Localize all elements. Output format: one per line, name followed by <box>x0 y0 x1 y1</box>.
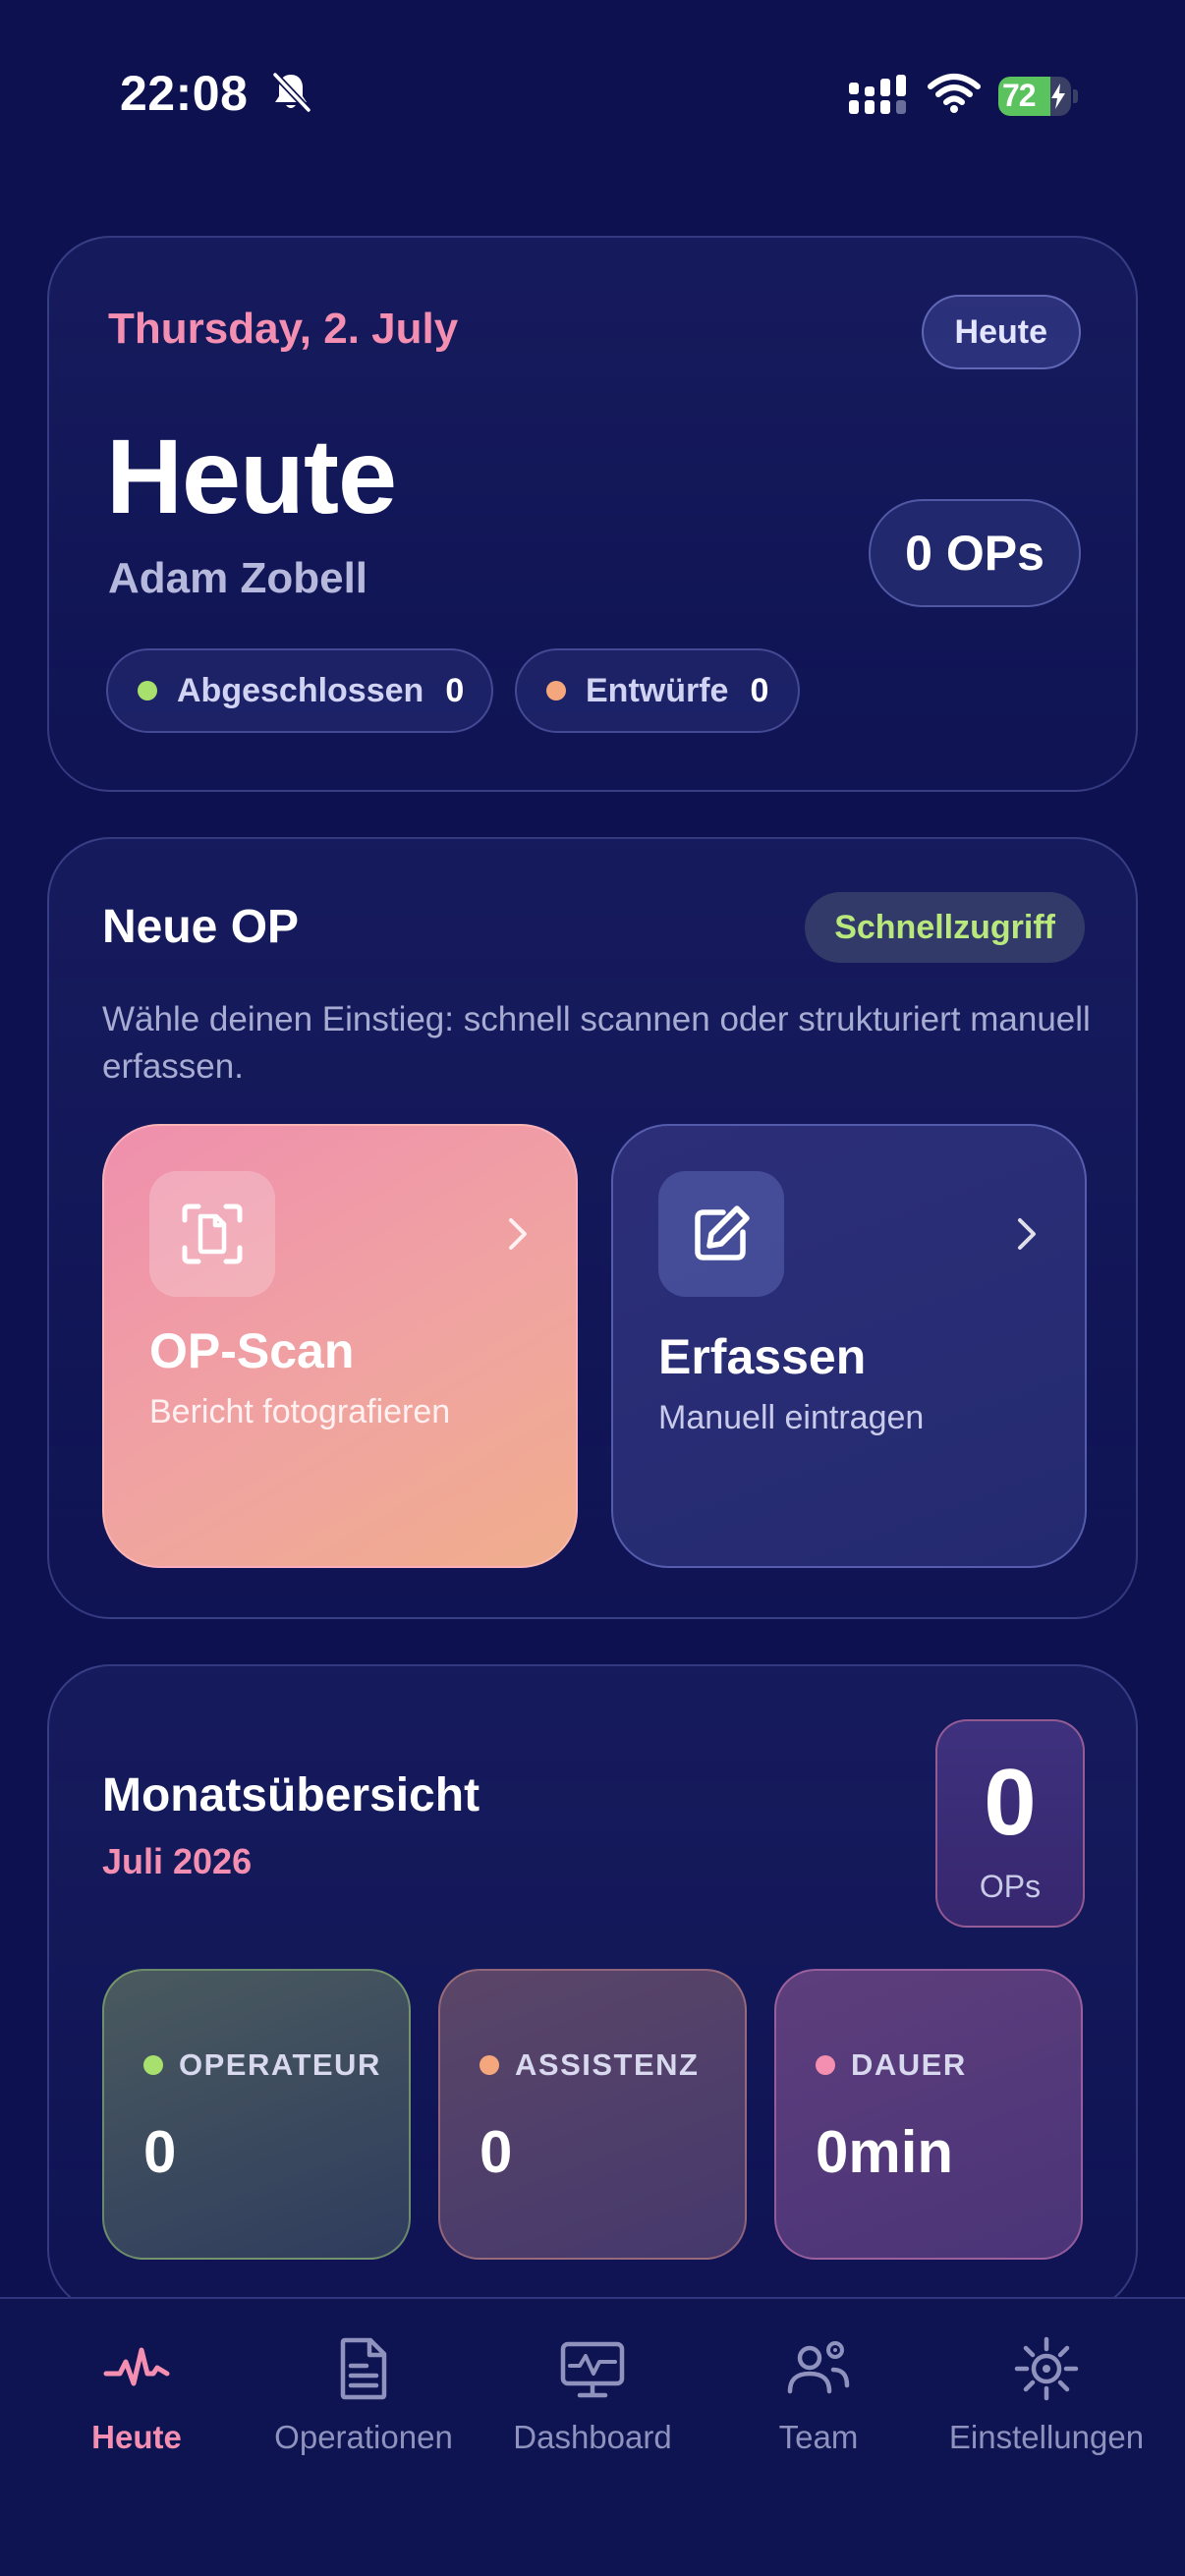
metric-dauer[interactable]: DAUER 0min <box>774 1969 1083 2260</box>
status-time: 22:08 <box>120 66 249 121</box>
team-icon <box>787 2341 850 2394</box>
quick-access-chip: Schnellzugriff <box>805 892 1085 963</box>
wifi-icon <box>928 74 981 113</box>
status-bar: 22:08 72 <box>0 0 1185 196</box>
month-overview-card: Monatsübersicht Juli 2026 0 OPs OPERATEU… <box>47 1664 1138 2313</box>
month-label: Juli 2026 <box>102 1841 253 1881</box>
metric-value: 0 <box>143 2119 177 2185</box>
monitor-icon <box>560 2341 625 2398</box>
drafts-count: 0 <box>750 671 769 709</box>
orange-dot-icon <box>546 681 566 700</box>
tab-operationen[interactable]: Operationen <box>251 2299 477 2495</box>
month-ops-label: OPs <box>979 1869 1042 1904</box>
metric-label: OPERATEUR <box>179 2047 381 2082</box>
today-chip[interactable]: Heute <box>921 295 1081 369</box>
completed-label: Abgeschlossen <box>177 671 424 709</box>
tab-label: Operationen <box>274 2419 453 2455</box>
green-dot-icon <box>138 681 157 700</box>
pink-dot-icon <box>816 2055 835 2075</box>
tab-team[interactable]: Team <box>705 2299 931 2495</box>
settings-icon <box>1014 2336 1079 2401</box>
charging-bolt-icon <box>1051 84 1065 109</box>
orange-dot-icon <box>480 2055 499 2075</box>
page-title: Heute <box>106 417 397 535</box>
battery-percent: 72 <box>1002 78 1037 113</box>
green-dot-icon <box>143 2055 163 2075</box>
metric-operateur[interactable]: OPERATEUR 0 <box>102 1969 411 2260</box>
op-scan-subtitle: Bericht fotografieren <box>149 1393 451 1430</box>
metric-label: ASSISTENZ <box>515 2047 700 2082</box>
tab-dashboard[interactable]: Dashboard <box>480 2299 705 2495</box>
new-op-description: Wähle deinen Einstieg: schnell scannen o… <box>102 1000 1091 1086</box>
battery-indicator: 72 <box>998 77 1078 116</box>
month-ops-number: 0 <box>984 1750 1037 1855</box>
new-op-card: Neue OP Schnellzugriff Wähle deinen Eins… <box>47 837 1138 1619</box>
metric-assistenz[interactable]: ASSISTENZ 0 <box>438 1969 747 2260</box>
drafts-label: Entwürfe <box>586 671 729 709</box>
month-overview-title: Monatsübersicht <box>102 1769 480 1821</box>
tab-label: Heute <box>91 2419 182 2455</box>
ops-count-pill[interactable]: 0 OPs <box>869 499 1081 607</box>
month-ops-count[interactable]: 0 OPs <box>935 1719 1085 1928</box>
document-icon <box>340 2337 387 2400</box>
date-label: Thursday, 2. July <box>108 305 459 353</box>
tab-bar: Heute Operationen Dashboard Team Einstel… <box>0 2297 1185 2576</box>
user-name: Adam Zobell <box>108 554 368 602</box>
manual-entry-subtitle: Manuell eintragen <box>658 1399 925 1436</box>
tab-heute[interactable]: Heute <box>24 2299 250 2495</box>
op-scan-button[interactable]: OP-Scan Bericht fotografieren <box>102 1124 578 1568</box>
signal-icon <box>849 75 906 114</box>
chevron-right-icon <box>1018 1218 1036 1250</box>
metric-value: 0 <box>480 2119 513 2185</box>
metric-value: 0min <box>816 2119 954 2185</box>
completed-count: 0 <box>445 671 465 709</box>
document-scan-icon <box>149 1171 275 1297</box>
today-card: Thursday, 2. July Heute Heute Adam Zobel… <box>47 236 1138 792</box>
chevron-right-icon <box>509 1218 527 1250</box>
completed-chip[interactable]: Abgeschlossen 0 <box>106 648 493 733</box>
tab-einstellungen[interactable]: Einstellungen <box>933 2299 1159 2495</box>
new-op-title: Neue OP <box>102 901 300 953</box>
tab-label: Einstellungen <box>948 2419 1145 2455</box>
manual-entry-button[interactable]: Erfassen Manuell eintragen <box>611 1124 1087 1568</box>
tab-label: Dashboard <box>513 2419 672 2455</box>
tab-label: Team <box>778 2419 859 2455</box>
pulse-icon <box>103 2347 170 2386</box>
screen: 22:08 72 Thursday, 2. July Heute Heute A… <box>0 0 1185 2576</box>
edit-icon <box>658 1171 784 1297</box>
metric-label: DAUER <box>851 2047 967 2082</box>
bell-muted-icon <box>272 72 311 113</box>
drafts-chip[interactable]: Entwürfe 0 <box>515 648 800 733</box>
op-scan-title: OP-Scan <box>149 1323 355 1378</box>
manual-entry-title: Erfassen <box>658 1329 867 1384</box>
